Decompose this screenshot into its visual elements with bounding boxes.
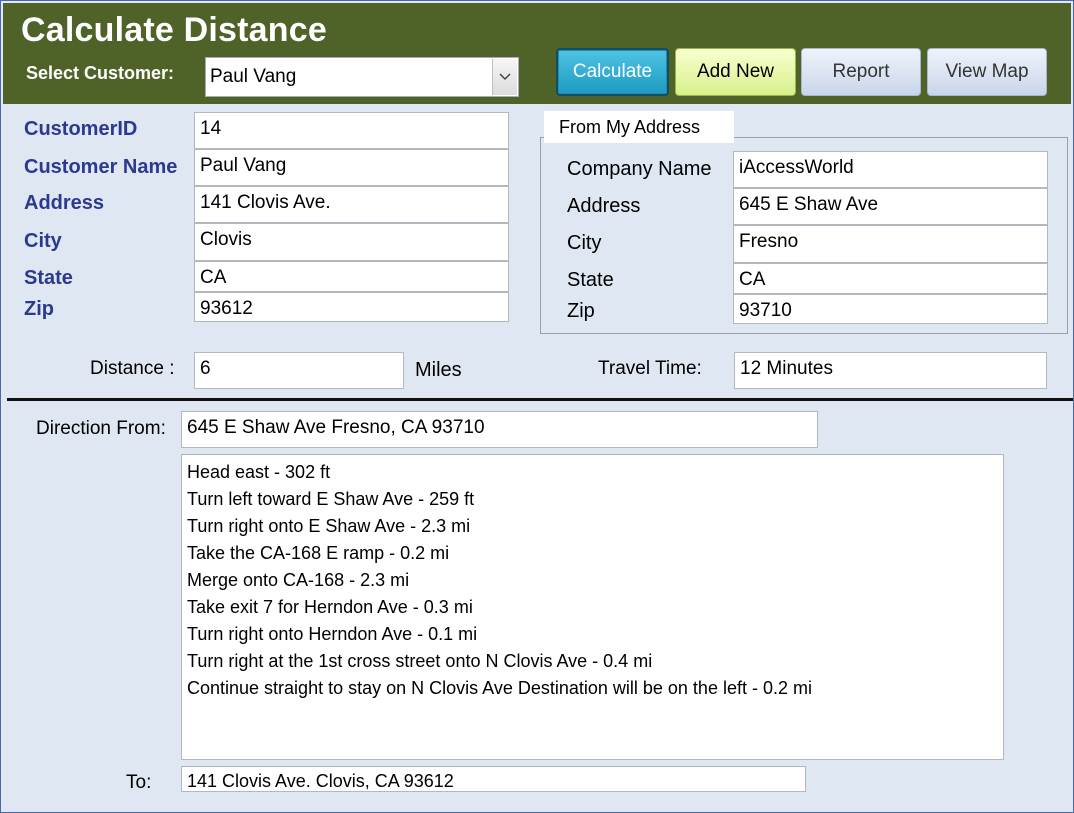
customer-address-label: Address bbox=[24, 192, 105, 214]
select-customer-label: Select Customer: bbox=[26, 63, 175, 83]
customer-zip-label: Zip bbox=[24, 298, 54, 320]
direction-step: Merge onto CA-168 - 2.3 mi bbox=[187, 570, 410, 590]
direction-to-field[interactable]: 141 Clovis Ave. Clovis, CA 93612 bbox=[181, 766, 806, 792]
from-address-label: Address bbox=[567, 195, 641, 217]
from-city-label: City bbox=[567, 232, 602, 254]
direction-step: Turn right at the 1st cross street onto … bbox=[187, 651, 653, 671]
direction-step: Turn right onto E Shaw Ave - 2.3 mi bbox=[187, 516, 471, 536]
customer-id-label: CustomerID bbox=[24, 118, 138, 140]
direction-step: Continue straight to stay on N Clovis Av… bbox=[187, 678, 812, 698]
from-zip-label: Zip bbox=[567, 300, 595, 322]
add-new-button[interactable]: Add New bbox=[675, 48, 796, 96]
section-divider bbox=[7, 398, 1073, 401]
select-customer-value: Paul Vang bbox=[210, 66, 297, 87]
customer-state-field[interactable]: CA bbox=[194, 261, 509, 292]
direction-step: Turn left toward E Shaw Ave - 259 ft bbox=[187, 489, 475, 509]
select-customer-combobox[interactable]: Paul Vang bbox=[205, 57, 519, 97]
directions-textbox[interactable]: Head east - 302 ft Turn left toward E Sh… bbox=[181, 454, 1004, 760]
travel-time-label: Travel Time: bbox=[598, 358, 702, 379]
form-title: Calculate Distance bbox=[21, 11, 327, 49]
direction-to-label: To: bbox=[126, 772, 152, 793]
dropdown-button[interactable] bbox=[492, 59, 517, 95]
customer-state-label: State bbox=[24, 267, 73, 289]
customer-city-label: City bbox=[24, 230, 62, 252]
customer-city-field[interactable]: Clovis bbox=[194, 223, 509, 261]
direction-step: Head east - 302 ft bbox=[187, 462, 331, 482]
direction-from-label: Direction From: bbox=[36, 418, 166, 439]
distance-unit-label: Miles bbox=[415, 359, 462, 381]
chevron-down-icon bbox=[499, 73, 511, 81]
report-button[interactable]: Report bbox=[801, 48, 921, 96]
from-my-address-title: From My Address bbox=[544, 111, 734, 143]
company-name-field[interactable]: iAccessWorld bbox=[733, 151, 1048, 188]
customer-zip-field[interactable]: 93612 bbox=[194, 292, 509, 322]
distance-label: Distance : bbox=[90, 358, 175, 379]
customer-name-field[interactable]: Paul Vang bbox=[194, 149, 509, 186]
calculate-button[interactable]: Calculate bbox=[556, 48, 669, 96]
customer-address-field[interactable]: 141 Clovis Ave. bbox=[194, 186, 509, 223]
from-address-field[interactable]: 645 E Shaw Ave bbox=[733, 188, 1048, 225]
from-state-field[interactable]: CA bbox=[733, 263, 1048, 294]
view-map-button[interactable]: View Map bbox=[927, 48, 1047, 96]
direction-from-field[interactable]: 645 E Shaw Ave Fresno, CA 93710 bbox=[181, 411, 818, 448]
direction-step: Take exit 7 for Herndon Ave - 0.3 mi bbox=[187, 597, 473, 617]
company-name-label: Company Name bbox=[567, 158, 712, 180]
form-header: Calculate Distance Select Customer: Paul… bbox=[3, 3, 1071, 104]
from-city-field[interactable]: Fresno bbox=[733, 225, 1048, 263]
customer-name-label: Customer Name bbox=[24, 156, 178, 178]
direction-step: Take the CA-168 E ramp - 0.2 mi bbox=[187, 543, 450, 563]
calculate-distance-form: Calculate Distance Select Customer: Paul… bbox=[0, 0, 1074, 813]
customer-id-field[interactable]: 14 bbox=[194, 112, 509, 149]
travel-time-field[interactable]: 12 Minutes bbox=[734, 352, 1047, 389]
from-zip-field[interactable]: 93710 bbox=[733, 294, 1048, 324]
direction-step: Turn right onto Herndon Ave - 0.1 mi bbox=[187, 624, 478, 644]
from-state-label: State bbox=[567, 269, 614, 291]
distance-field[interactable]: 6 bbox=[194, 352, 404, 389]
